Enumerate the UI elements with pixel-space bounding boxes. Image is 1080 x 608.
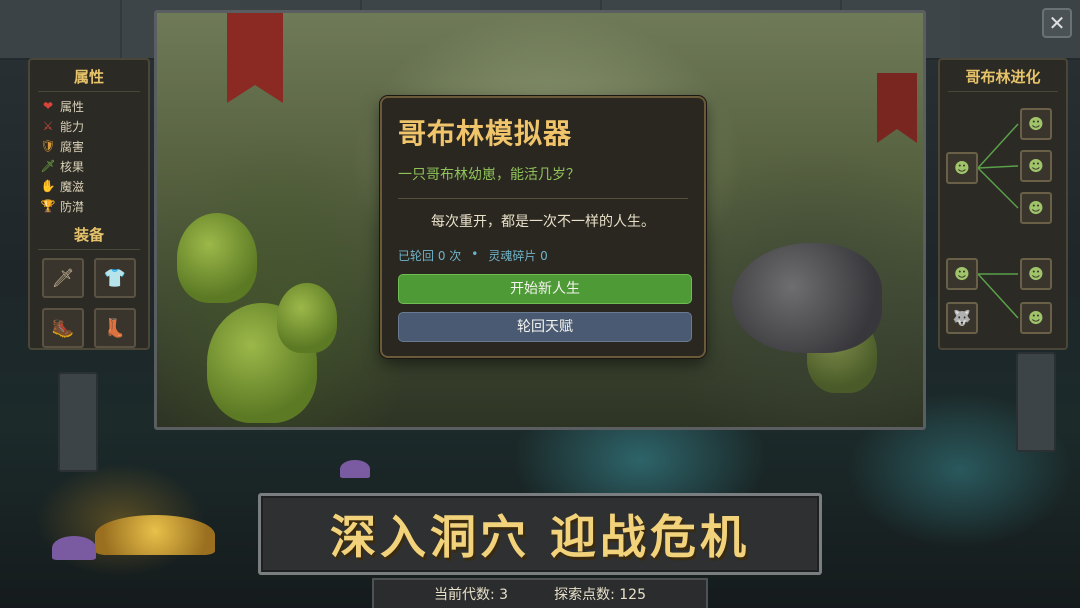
attribute-label: 属性 (60, 99, 85, 114)
equip-slot-armor[interactable]: 👕 (94, 258, 136, 298)
wolf-icon: 🐺 (952, 309, 972, 327)
attribute-item: 🏆 防潸 (40, 196, 148, 216)
equip-slot-boots[interactable]: 👢 (94, 308, 136, 348)
left-panel: 属性 ❤ 属性 ⚔ 能力 🛡 腐害 🗡 核果 ✋ 魔滋 🏆 防潸 装备 🗡 👕 (28, 58, 150, 350)
trophy-icon: 🏆 (40, 199, 56, 213)
equipment-grid: 🗡 👕 🥾 👢 (30, 258, 148, 348)
goblin-icon: ☻ (954, 159, 970, 177)
equip-slot-accessory[interactable]: 🥾 (42, 308, 84, 348)
mushroom-center (340, 460, 370, 478)
attribute-item: 🗡 核果 (40, 156, 148, 176)
evolution-node[interactable]: ☻ (1020, 192, 1052, 224)
heart-icon: ❤ (42, 99, 54, 113)
reincarnation-talent-button[interactable]: 轮回天赋 (398, 312, 692, 342)
game-description: 每次重开，都是一次不一样的人生。 (431, 214, 655, 230)
close-button[interactable]: ✕ (1042, 8, 1072, 38)
attribute-item: ❤ 属性 (40, 96, 148, 116)
attribute-label: 核果 (60, 159, 85, 174)
shield-icon: 🛡 (40, 139, 56, 153)
wolf-figure (732, 243, 882, 353)
evolution-node[interactable]: ☻ (1020, 258, 1052, 290)
red-banner (227, 13, 283, 103)
evolution-title: 哥布林进化 (948, 66, 1058, 92)
divider (398, 198, 688, 199)
progress-stats: 已轮回 0 次 • 灵魂碎片 0 (398, 247, 688, 264)
dagger-icon: 🗡 (40, 159, 56, 173)
tagline-banner: 深入洞穴 迎战危机 (258, 493, 822, 575)
boot-icon: 🥾 (51, 317, 75, 339)
attribute-item: 🛡 腐害 (40, 136, 148, 156)
evolution-node[interactable]: ☻ (1020, 302, 1052, 334)
attribute-item: ⚔ 能力 (40, 116, 148, 136)
game-subtitle: 一只哥布林幼崽，能活几岁？ (398, 167, 580, 183)
game-title: 哥布林模拟器 (398, 117, 573, 150)
generation-count: 当前代数: 3 (434, 587, 509, 603)
attribute-label: 腐害 (60, 139, 85, 154)
gold-pile (95, 515, 215, 555)
attribute-item: ✋ 魔滋 (40, 176, 148, 196)
goblin-figure (277, 283, 337, 353)
right-panel: 哥布林进化 ☻ ☻ ☻ ☻ ☻ 🐺 ☻ ☻ (938, 58, 1068, 350)
rune-pillar-left (58, 372, 98, 472)
boots-icon: 👢 (103, 317, 127, 339)
attributes-title: 属性 (38, 66, 140, 92)
soul-fragments: 灵魂碎片 0 (488, 249, 548, 263)
goblin-icon: ☻ (1028, 199, 1044, 217)
goblin-icon: ☻ (954, 265, 970, 283)
evolution-node[interactable]: ☻ (1020, 150, 1052, 182)
goblin-icon: ☻ (1028, 115, 1044, 133)
attribute-label: 能力 (60, 119, 85, 134)
goblin-icon: ☻ (1028, 309, 1044, 327)
attribute-list: ❤ 属性 ⚔ 能力 🛡 腐害 🗡 核果 ✋ 魔滋 🏆 防潸 (30, 92, 148, 216)
evolution-node-wolf[interactable]: 🐺 (946, 302, 978, 334)
evolution-node-rider[interactable]: ☻ (946, 258, 978, 290)
title-dialog: 哥布林模拟器 一只哥布林幼崽，能活几岁？ 每次重开，都是一次不一样的人生。 已轮… (380, 96, 706, 358)
evolution-node[interactable]: ☻ (1020, 108, 1052, 140)
attribute-label: 防潸 (60, 199, 85, 214)
goblin-icon: ☻ (1028, 265, 1044, 283)
status-bar: 当前代数: 3 探索点数: 125 (372, 578, 708, 608)
mushroom-left (52, 536, 96, 560)
exploration-points: 探索点数: 125 (554, 587, 646, 603)
equip-slot-weapon[interactable]: 🗡 (42, 258, 84, 298)
red-banner (877, 73, 917, 143)
start-new-life-button[interactable]: 开始新人生 (398, 274, 692, 304)
evolution-node-base[interactable]: ☻ (946, 152, 978, 184)
goblin-figure (177, 213, 257, 303)
goblin-icon: ☻ (1028, 157, 1044, 175)
tagline-text: 深入洞穴 迎战危机 (329, 510, 750, 564)
reincarnation-count: 已轮回 0 次 (398, 249, 462, 263)
sword-icon: 🗡 (51, 267, 75, 289)
armor-icon: 👕 (103, 267, 127, 289)
stats-separator: • (471, 247, 479, 261)
attribute-label: 魔滋 (60, 179, 85, 194)
rune-pillar-right (1016, 352, 1056, 452)
evolution-tree: ☻ ☻ ☻ ☻ ☻ 🐺 ☻ ☻ (940, 96, 1070, 346)
claw-icon: ✋ (40, 179, 56, 193)
equipment-title: 装备 (38, 224, 140, 250)
sword-icon: ⚔ (42, 119, 54, 133)
